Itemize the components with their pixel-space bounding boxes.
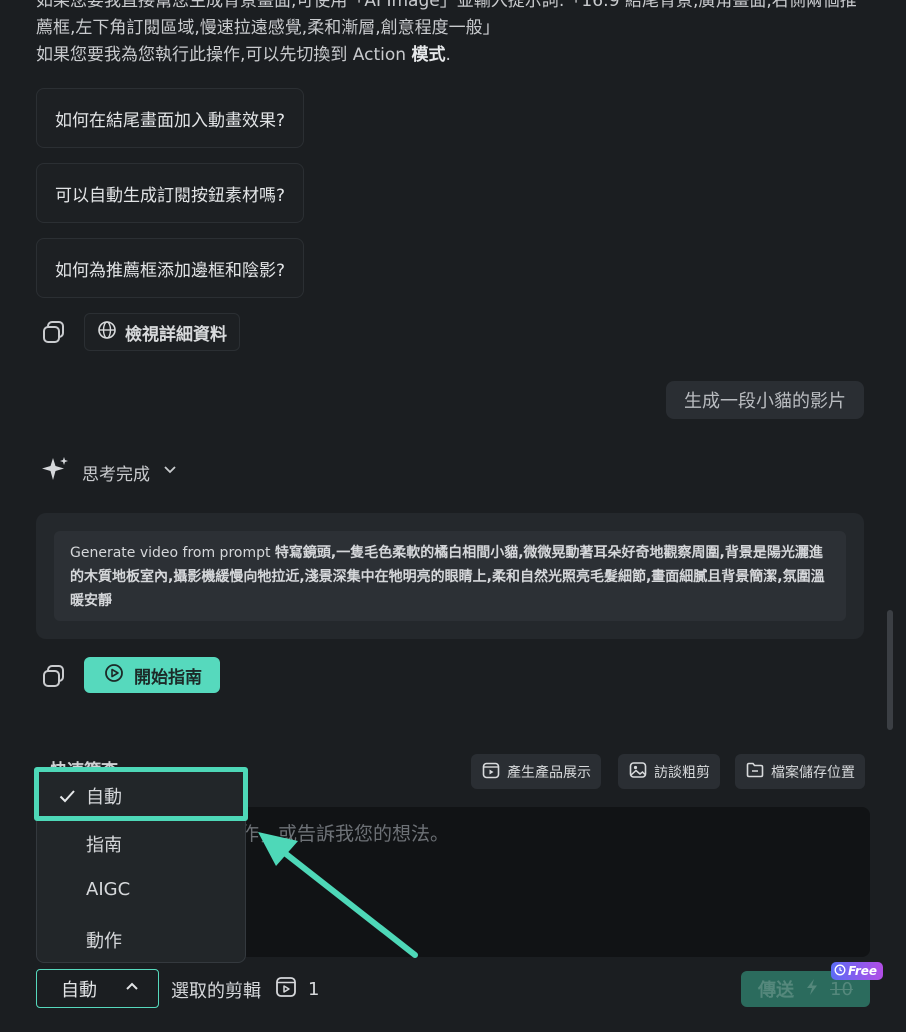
image-icon [628,760,648,784]
intro-line-3: 如果您要我為您執行此操作,可以先切換到 Action 模式. [36,45,451,65]
thinking-toggle[interactable]: 思考完成 [40,455,178,490]
mode-option-guide[interactable]: 指南 [86,831,122,857]
folder-icon [745,760,765,784]
clock-icon [834,964,846,979]
assistant-intro-text: 如果您要我直接幫您生成背景畫面,可使用「AI Image」並輸入提示詞:「16:… [36,0,876,69]
view-details-label: 檢視詳細資料 [125,324,227,345]
thinking-label: 思考完成 [82,465,150,485]
prompt-text: Generate video from prompt 特寫鏡頭,一隻毛色柔軟的橘… [54,531,846,621]
mode-select[interactable]: 自動 [36,969,159,1008]
mode-select-value: 自動 [61,979,97,1001]
selected-clips-count[interactable]: 1 [274,975,319,1004]
quick-action-label: 檔案儲存位置 [771,764,855,781]
suggestion-chip[interactable]: 可以自動生成訂閱按鈕素材嗎? [36,163,305,223]
scrollbar-thumb[interactable] [887,610,893,730]
play-circle-icon [104,663,124,688]
mode-option-aigc[interactable]: AIGC [86,879,130,900]
send-label: 傳送 [758,980,795,1001]
free-label: Free [848,964,878,978]
suggestion-chip[interactable]: 如何為推薦框添加邊框和陰影? [36,238,305,298]
quick-action-product-demo[interactable]: 產生產品展示 [471,754,601,789]
copy-icon[interactable] [40,318,68,346]
start-guide-label: 開始指南 [134,667,202,688]
lightning-icon [804,978,820,1001]
view-details-button[interactable]: 檢視詳細資料 [84,313,240,351]
calendar-play-icon [481,760,501,784]
quick-action-label: 產生產品展示 [507,764,591,781]
user-message-bubble: 生成一段小貓的影片 [666,381,864,419]
chevron-down-icon [162,462,178,483]
quick-action-file-location[interactable]: 檔案儲存位置 [735,754,865,789]
chevron-up-icon [124,978,140,999]
mode-option-action[interactable]: 動作 [86,927,122,953]
selected-clips-label: 選取的剪輯 [171,981,261,1002]
sparkle-icon [40,455,70,490]
globe-icon [97,320,117,345]
quick-action-label: 訪談粗剪 [654,764,710,781]
suggestion-chip[interactable]: 如何在結尾畫面加入動畫效果? [36,88,305,148]
copy-icon[interactable] [40,662,68,690]
clip-icon [274,975,298,1004]
start-guide-button[interactable]: 開始指南 [84,657,220,693]
credit-cost: 10 [830,978,853,1000]
quick-action-interview-cut[interactable]: 訪談粗剪 [618,754,720,789]
action-mode-bold: 模式 [411,45,446,65]
clips-count-value: 1 [308,979,320,1000]
chat-input-placeholder: 作，或告訴我您的想法。 [240,823,450,845]
intro-line-1: 如果您要我直接幫您生成背景畫面,可使用「AI Image」並輸入提示詞:「16:… [36,0,857,11]
free-badge: Free [831,962,884,980]
selected-option-highlight [34,767,248,821]
intro-line-2: 薦框,左下角訂閱區域,慢速拉遠感覺,柔和漸層,創意程度一般」 [36,18,500,38]
